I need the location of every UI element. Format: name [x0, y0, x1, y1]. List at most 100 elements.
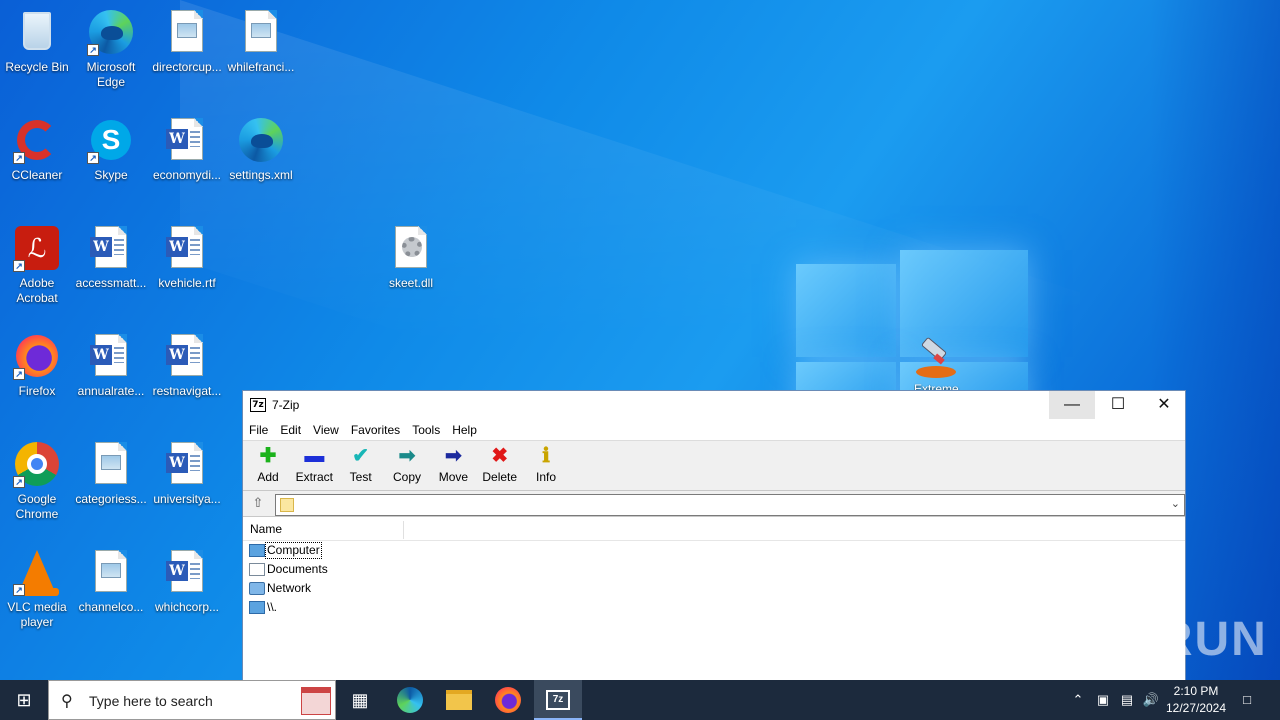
- copy-button[interactable]: ➡ Copy: [386, 441, 428, 484]
- maximize-button[interactable]: ☐: [1095, 391, 1141, 419]
- extract-icon: ▬: [304, 445, 325, 467]
- word-document-icon: W: [87, 224, 135, 272]
- list-item[interactable]: Documents: [243, 560, 1185, 579]
- desktop-icon-file[interactable]: channelco...: [74, 548, 148, 615]
- volume-icon[interactable]: 🔊: [1140, 680, 1162, 720]
- up-folder-button[interactable]: ⇧: [247, 495, 269, 513]
- desktop-icon-file[interactable]: whilefranci...: [224, 8, 298, 75]
- list-header[interactable]: Name: [243, 517, 1185, 541]
- desktop-icon-extreme[interactable]: Extreme: [912, 334, 960, 390]
- taskbar: ⊞ ⚲ Type here to search ▦ 7z ⌃ ▣ ▤ 🔊 2:1…: [0, 680, 1280, 720]
- start-button[interactable]: ⊞: [0, 680, 48, 720]
- desktop-icon-file[interactable]: W economydi...: [150, 116, 224, 183]
- word-document-icon: W: [163, 440, 211, 488]
- toolbar: ✚ Add ▬ Extract ✔ Test ➡ Copy ➡ Move ✖ Delete …: [243, 441, 1185, 491]
- add-icon: ✚: [259, 445, 277, 467]
- desktop-icon-file[interactable]: W restnavigat...: [150, 332, 224, 399]
- desktop-icon-file[interactable]: W kvehicle.rtf: [150, 224, 224, 291]
- desktop-icon-firefox[interactable]: ↗ Firefox: [0, 332, 74, 399]
- taskbar-file-explorer[interactable]: [435, 680, 483, 720]
- menu-file[interactable]: File: [243, 419, 274, 441]
- folder-icon: [280, 498, 294, 512]
- menu-favorites[interactable]: Favorites: [345, 419, 406, 441]
- desktop-icon-file[interactable]: settings.xml: [224, 116, 298, 183]
- documents-icon: [249, 563, 265, 576]
- folder-icon: [446, 690, 472, 710]
- notification-icon[interactable]: □: [1234, 680, 1260, 720]
- desktop-icon-recycle-bin[interactable]: Recycle Bin: [0, 8, 74, 75]
- edge-icon: [397, 687, 423, 713]
- desktop-icon-vlc[interactable]: ↗ VLC media player: [0, 548, 74, 630]
- dll-file-icon: [387, 224, 435, 272]
- task-view-button[interactable]: ▦: [336, 680, 384, 720]
- search-placeholder: Type here to search: [89, 693, 213, 709]
- move-icon: ➡: [444, 445, 462, 467]
- list-item[interactable]: Network: [243, 579, 1185, 598]
- menu-tools[interactable]: Tools: [406, 419, 446, 441]
- add-button[interactable]: ✚ Add: [247, 441, 289, 484]
- 7zip-app-icon: 7z: [250, 398, 266, 412]
- acrobat-icon: ℒ ↗: [13, 224, 61, 272]
- device-icon[interactable]: ▣: [1092, 680, 1114, 720]
- taskbar-search[interactable]: ⚲ Type here to search: [48, 680, 336, 720]
- desktop-icon-file[interactable]: directorcup...: [150, 8, 224, 75]
- column-name[interactable]: Name: [250, 522, 282, 536]
- clock-date: 12/27/2024: [1165, 701, 1227, 715]
- image-file-icon: [87, 440, 135, 488]
- 7zip-icon: 7z: [546, 690, 570, 710]
- network-icon[interactable]: ▤: [1116, 680, 1138, 720]
- windows-icon: ⊞: [16, 690, 32, 710]
- word-document-icon: W: [163, 332, 211, 380]
- calendar-icon: [301, 687, 331, 715]
- firefox-icon: [495, 687, 521, 713]
- desktop-icon-ccleaner[interactable]: ↗ CCleaner: [0, 116, 74, 183]
- clock-time: 2:10 PM: [1173, 684, 1219, 698]
- task-view-icon: ▦: [351, 690, 369, 710]
- edge-icon: ↗: [87, 8, 135, 56]
- test-button[interactable]: ✔ Test: [340, 441, 382, 484]
- word-document-icon: W: [87, 332, 135, 380]
- taskbar-7zip[interactable]: 7z: [534, 680, 582, 720]
- search-icon: ⚲: [61, 693, 73, 710]
- menu-help[interactable]: Help: [446, 419, 483, 441]
- image-file-icon: [87, 548, 135, 596]
- word-document-icon: W: [163, 548, 211, 596]
- image-file-icon: [163, 8, 211, 56]
- desktop-icon-acrobat[interactable]: ℒ ↗ Adobe Acrobat: [0, 224, 74, 306]
- desktop-icon-edge[interactable]: ↗ Microsoft Edge: [74, 8, 148, 90]
- desktop-icon-file[interactable]: categoriess...: [74, 440, 148, 507]
- info-button[interactable]: ℹ Info: [525, 441, 567, 484]
- chrome-icon: ↗: [13, 440, 61, 488]
- test-icon: ✔: [352, 445, 370, 467]
- chevron-down-icon[interactable]: ⌄: [1171, 497, 1180, 510]
- close-button[interactable]: ✕: [1141, 391, 1187, 419]
- desktop-icon-file[interactable]: skeet.dll: [374, 224, 448, 291]
- desktop-icon-skype[interactable]: S ↗ Skype: [74, 116, 148, 183]
- clock[interactable]: 2:10 PM 12/27/2024: [1160, 683, 1232, 717]
- title-bar[interactable]: 7z 7-Zip — ☐ ✕: [243, 391, 1185, 419]
- desktop-icon-file[interactable]: W accessmatt...: [74, 224, 148, 291]
- address-field[interactable]: ⌄: [275, 494, 1185, 516]
- extract-button[interactable]: ▬ Extract: [293, 441, 335, 484]
- window-title: 7-Zip: [272, 398, 300, 412]
- list-item[interactable]: Computer: [243, 541, 1185, 560]
- menu-bar: File Edit View Favorites Tools Help: [243, 419, 1185, 441]
- menu-view[interactable]: View: [307, 419, 345, 441]
- delete-icon: ✖: [491, 445, 509, 467]
- menu-edit[interactable]: Edit: [274, 419, 307, 441]
- firefox-icon: ↗: [13, 332, 61, 380]
- desktop-icon-chrome[interactable]: ↗ Google Chrome: [0, 440, 74, 522]
- skype-icon: S ↗: [87, 116, 135, 164]
- edge-icon: [237, 116, 285, 164]
- chevron-up-icon[interactable]: ⌃: [1068, 680, 1088, 720]
- desktop-icon-file[interactable]: W annualrate...: [74, 332, 148, 399]
- taskbar-edge[interactable]: [386, 680, 434, 720]
- desktop-icon-file[interactable]: W whichcorp...: [150, 548, 224, 615]
- move-button[interactable]: ➡ Move: [432, 441, 474, 484]
- desktop-icon-file[interactable]: W universitya...: [150, 440, 224, 507]
- address-bar: ⇧ ⌄: [243, 491, 1185, 517]
- delete-button[interactable]: ✖ Delete: [479, 441, 521, 484]
- recycle-bin-icon: [13, 8, 61, 56]
- taskbar-firefox[interactable]: [484, 680, 532, 720]
- minimize-button[interactable]: —: [1049, 391, 1095, 419]
